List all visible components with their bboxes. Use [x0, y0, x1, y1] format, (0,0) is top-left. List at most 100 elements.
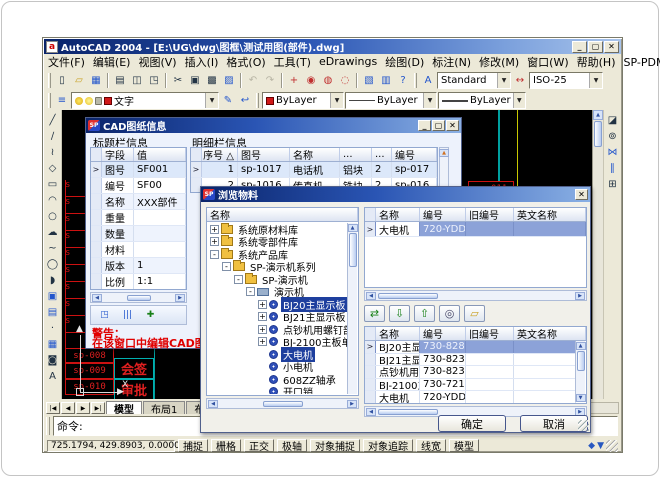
new-icon[interactable]: ▯	[54, 72, 70, 88]
table-row[interactable]: 材料	[91, 242, 186, 258]
scrollbar-thumb[interactable]	[594, 121, 602, 147]
tab-layout1[interactable]: 布局1	[143, 401, 185, 414]
construction-line-icon[interactable]: ∕	[45, 128, 61, 144]
column-header-drawing-no[interactable]: 图号	[238, 148, 290, 161]
chevron-down-icon[interactable]: ▼	[205, 93, 218, 108]
top-grid-hscrollbar[interactable]: ◀ ▶	[364, 290, 587, 301]
scrollbar-thumb[interactable]	[127, 295, 151, 301]
polyline-icon[interactable]: ≀	[45, 144, 61, 160]
scroll-right-icon[interactable]: ▶	[575, 292, 585, 300]
scroll-up-icon[interactable]: ▲	[576, 342, 586, 350]
circle-icon[interactable]: ○	[45, 208, 61, 224]
chevron-down-icon[interactable]: ▼	[330, 93, 343, 108]
table-row[interactable]: BJ21主显... 730-8233...	[365, 354, 576, 367]
column-header-value[interactable]: 值	[134, 148, 186, 161]
menu-view[interactable]: 视图(V)	[134, 54, 180, 70]
publish-icon[interactable]: ◳	[146, 72, 162, 88]
make-object-layer-current-icon[interactable]: ✎	[220, 93, 236, 109]
line-icon[interactable]: ╱	[45, 112, 61, 128]
tree-item-bj2100-mainboard[interactable]: +BJ-2100主板单点	[208, 336, 347, 349]
insert-block-icon[interactable]: ▣	[45, 288, 61, 304]
scroll-right-icon[interactable]: ▶	[175, 294, 185, 302]
open-folder-icon[interactable]: ▱	[464, 305, 485, 322]
erase-icon[interactable]: ◪	[605, 112, 621, 128]
point-icon[interactable]: ·	[45, 320, 61, 336]
save-icon[interactable]: ▦	[88, 72, 104, 88]
revision-cloud-icon[interactable]: ☁	[45, 224, 61, 240]
layer-previous-icon[interactable]: ↩	[237, 93, 253, 109]
plot-preview-icon[interactable]: ◫	[129, 72, 145, 88]
tree-vscrollbar[interactable]: ▲	[347, 223, 357, 394]
scroll-left-icon[interactable]: ◀	[366, 408, 376, 416]
paste-icon[interactable]: ▩	[204, 72, 220, 88]
tree-item-cotter-pin[interactable]: 开口销	[208, 386, 347, 395]
tab-first-icon[interactable]: |◀	[46, 402, 60, 414]
barcode-icon[interactable]: |||	[118, 307, 137, 323]
table-row[interactable]: > 大电机 720-YDD0...	[365, 222, 586, 237]
minimize-button[interactable]: _	[418, 120, 431, 131]
toggle-model[interactable]: 模型	[449, 439, 479, 452]
scrollbar-thumb[interactable]	[378, 293, 438, 299]
toggle-polar[interactable]: 极轴	[277, 439, 307, 452]
scrollbar-thumb[interactable]	[349, 233, 357, 267]
copy-object-icon[interactable]: ⊚	[605, 128, 621, 144]
tree-item-608zz-bearing[interactable]: 608ZZ轴承	[208, 373, 347, 386]
scroll-up-icon[interactable]: ▲	[439, 149, 449, 157]
table-row[interactable]: > BJ20主显... 730-8280...	[365, 341, 576, 354]
canvas-vertical-scrollbar[interactable]: ▲	[592, 110, 603, 399]
titlebar[interactable]: a AutoCAD 2004 - [E:\UG\dwg\图框\测试用图(部件).…	[44, 39, 621, 54]
scrollbar-thumb[interactable]	[378, 409, 438, 415]
scroll-right-icon[interactable]: ▶	[347, 400, 357, 408]
plot-icon[interactable]: ▤	[112, 72, 128, 88]
table-row[interactable]: 重量	[91, 210, 186, 226]
collapse-icon[interactable]: -	[222, 262, 231, 271]
hatch-icon[interactable]: ▦	[45, 336, 61, 352]
table-row[interactable]: 点钞机用... 730-8233...	[365, 366, 576, 379]
column-header-seq[interactable]: 序号 △	[202, 148, 238, 161]
linetype-combo[interactable]: ByLayer ▼	[345, 92, 437, 109]
menu-dimension[interactable]: 标注(N)	[428, 54, 475, 70]
multiline-text-icon[interactable]: A	[45, 368, 61, 384]
layer-combo[interactable]: 文字 ▼	[71, 92, 219, 109]
chevron-down-icon[interactable]: ▼	[513, 93, 525, 108]
toggle-snap[interactable]: 捕捉	[178, 439, 208, 452]
move-down-icon[interactable]: ⇩	[389, 305, 410, 322]
menu-edrawings[interactable]: eDrawings	[315, 55, 381, 68]
rectangle-icon[interactable]: ▭	[45, 176, 61, 192]
dim-style-combo[interactable]: ISO-25 ▼	[529, 72, 603, 89]
toolbar-grip[interactable]	[256, 93, 259, 108]
expand-icon[interactable]: +	[258, 312, 267, 321]
tree-item-big-motor[interactable]: 大电机	[208, 348, 347, 361]
column-header-ellipsis2[interactable]: ...	[372, 148, 392, 161]
list-vscrollbar[interactable]: ▲ ▼	[575, 341, 585, 402]
zoom-window-icon[interactable]: ◍	[320, 72, 336, 88]
transfer-icon[interactable]: ⇄	[364, 305, 385, 322]
chevron-down-icon[interactable]: ▼	[423, 93, 436, 108]
help-icon[interactable]: ?	[395, 72, 411, 88]
tree-header[interactable]: 名称	[207, 208, 358, 221]
move-up-icon[interactable]: ⇧	[414, 305, 435, 322]
menu-sp-pdm-plugin[interactable]: SP-PDM插件(P)	[620, 54, 660, 70]
table-row[interactable]: BJ-2100主... 730-7210...	[365, 379, 576, 392]
table-row[interactable]: 名称 XXX部件	[91, 194, 186, 210]
menu-file[interactable]: 文件(F)	[44, 54, 89, 70]
menu-modify[interactable]: 修改(M)	[475, 54, 523, 70]
column-header-old-number[interactable]: 旧编号	[466, 208, 514, 221]
scroll-up-icon[interactable]: ▲	[593, 110, 603, 120]
polygon-icon[interactable]: ◇	[45, 160, 61, 176]
collapse-icon[interactable]: -	[234, 275, 243, 284]
pan-icon[interactable]: +	[286, 72, 302, 88]
mirror-icon[interactable]: ⋈	[605, 144, 621, 160]
zoom-previous-icon[interactable]: ◌	[337, 72, 353, 88]
expand-icon[interactable]: +	[258, 337, 267, 346]
make-block-icon[interactable]: ▤	[45, 304, 61, 320]
status-menu-arrow-icon[interactable]: ▼	[597, 441, 604, 451]
column-header-ellipsis1[interactable]: ...	[340, 148, 372, 161]
menu-format[interactable]: 格式(O)	[222, 54, 269, 70]
column-header-number[interactable]: 编号	[420, 327, 466, 340]
table-row[interactable]: 数量	[91, 226, 186, 242]
column-header-field[interactable]: 字段	[102, 148, 134, 161]
scrollbar-thumb[interactable]	[577, 351, 585, 371]
chevron-down-icon[interactable]: ▼	[589, 73, 602, 88]
redo-icon[interactable]: ↷	[262, 72, 278, 88]
